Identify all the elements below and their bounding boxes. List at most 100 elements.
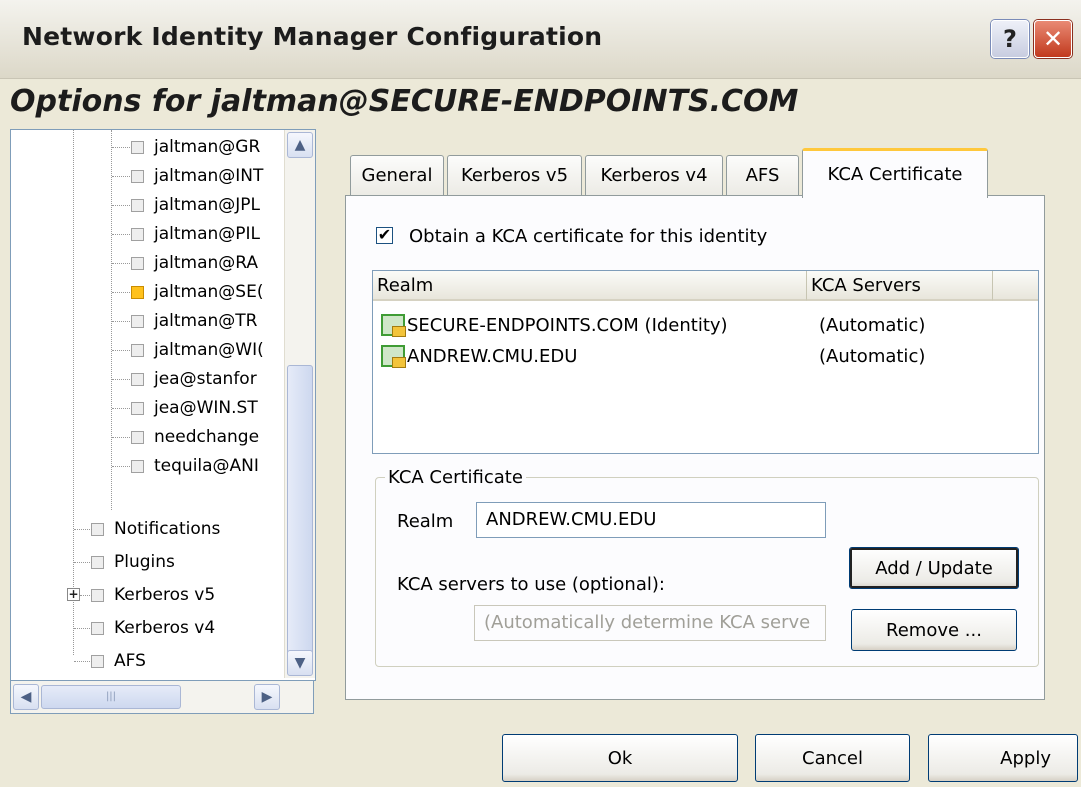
kca-servers-value: (Automatic) — [819, 314, 926, 336]
realm-input[interactable]: ANDREW.CMU.EDU — [476, 502, 826, 538]
column-header-filler — [993, 271, 1038, 301]
identity-icon — [131, 169, 144, 183]
node-icon — [91, 588, 104, 602]
node-icon — [91, 654, 104, 668]
tree-item-identity[interactable]: needchange — [131, 423, 259, 451]
node-icon — [91, 555, 104, 569]
cancel-button[interactable]: Cancel — [755, 734, 910, 782]
tree-item-identity[interactable]: tequila@ANI — [131, 452, 259, 480]
scroll-left-icon[interactable]: ◀ — [13, 684, 39, 710]
page-title: Options for jaltman@SECURE-ENDPOINTS.COM — [10, 84, 799, 119]
tree-item-label: needchange — [154, 427, 260, 447]
close-button[interactable]: ✕ — [1034, 20, 1072, 58]
tree-item-identity[interactable]: jaltman@RA — [131, 249, 258, 277]
tree-item-identity[interactable]: jaltman@TR — [131, 307, 257, 335]
identity-icon — [131, 372, 144, 386]
identity-selected-icon — [131, 285, 144, 299]
tree-item-label: AFS — [114, 651, 146, 671]
identity-icon — [131, 140, 144, 154]
tree-item-label: jea@WIN.ST — [154, 398, 258, 418]
identity-icon — [131, 227, 144, 241]
tree-item-label: jaltman@GR — [154, 137, 261, 157]
kca-servers-input[interactable]: (Automatically determine KCA serve — [474, 605, 826, 641]
column-header-realm[interactable]: Realm — [373, 271, 807, 301]
tree-item-identity[interactable]: jaltman@INT — [131, 162, 263, 190]
tab-kerberos-v5[interactable]: Kerberos v5 — [447, 155, 582, 195]
tree-connector — [112, 466, 130, 467]
list-item[interactable]: ANDREW.CMU.EDU — [381, 342, 577, 370]
tree-item-identity[interactable]: jaltman@GR — [131, 133, 260, 161]
tree-connector — [112, 234, 130, 235]
tree-vertical-scrollbar[interactable]: ▲ ▼ — [284, 130, 315, 678]
scroll-right-icon[interactable]: ▶ — [254, 684, 280, 710]
tree-item-label: jaltman@INT — [154, 166, 264, 186]
tree-item-label: jaltman@SE( — [154, 282, 264, 302]
tree-item-label: jaltman@WI( — [154, 340, 264, 360]
scroll-thumb[interactable] — [287, 365, 313, 655]
tab-general[interactable]: General — [350, 155, 444, 195]
tree-item-identity[interactable]: jea@stanfor — [131, 365, 257, 393]
tree-item-identity[interactable]: jaltman@SE( — [131, 278, 263, 306]
tree-connector — [112, 147, 130, 148]
tree-item-kerberos-v4[interactable]: Kerberos v4 — [91, 614, 215, 642]
tree-item-afs[interactable]: AFS — [91, 647, 146, 675]
add-update-button[interactable]: Add / Update — [849, 547, 1019, 589]
ok-button[interactable]: Ok — [502, 734, 738, 782]
tree-horizontal-scrollbar[interactable]: ◀ ||| ▶ — [10, 680, 314, 714]
tab-kerberos-v4[interactable]: Kerberos v4 — [585, 155, 723, 195]
node-icon — [91, 621, 104, 635]
group-title: KCA Certificate — [385, 467, 526, 488]
tree-item-label: jaltman@TR — [154, 311, 258, 331]
identity-icon — [131, 343, 144, 357]
tree-item-plugins[interactable]: Plugins — [91, 548, 175, 576]
tree-connector — [112, 379, 130, 380]
tree-connector — [112, 321, 130, 322]
tree-connector — [112, 292, 130, 293]
apply-button[interactable]: Apply — [928, 734, 1078, 782]
tab-kca-certificate[interactable]: KCA Certificate — [802, 148, 988, 198]
tree-connector — [80, 595, 92, 596]
kca-servers-label: KCA servers to use (optional): — [397, 574, 665, 595]
tree-connector — [112, 437, 130, 438]
obtain-kca-label[interactable]: Obtain a KCA certificate for this identi… — [409, 226, 767, 247]
tree-item-label: jaltman@RA — [154, 253, 259, 273]
help-button[interactable]: ? — [991, 20, 1029, 58]
tree-guide-line — [73, 130, 74, 655]
scroll-thumb[interactable]: ||| — [41, 685, 181, 709]
realm-icon — [381, 314, 406, 337]
tree-connector — [112, 176, 130, 177]
tree-item-label: Plugins — [114, 552, 175, 572]
scroll-down-icon[interactable]: ▼ — [287, 650, 313, 676]
tree-connector — [74, 628, 92, 629]
window-title: Network Identity Manager Configuration — [22, 22, 603, 51]
realm-icon — [381, 345, 406, 368]
tree-item-identity[interactable]: jaltman@WI( — [131, 336, 264, 364]
tree-connector — [112, 263, 130, 264]
tree-item-kerberos-v5[interactable]: Kerberos v5 — [91, 581, 215, 609]
tree-item-identity[interactable]: jea@WIN.ST — [131, 394, 258, 422]
tab-afs[interactable]: AFS — [726, 155, 799, 195]
options-tree[interactable]: jaltman@GR jaltman@INT jaltman@JPL jaltman@… — [10, 129, 316, 681]
realm-name: SECURE-ENDPOINTS.COM (Identity) — [407, 314, 728, 336]
identity-icon — [131, 430, 144, 444]
expand-icon[interactable]: + — [67, 588, 80, 601]
identity-icon — [131, 198, 144, 212]
tree-connector — [112, 205, 130, 206]
identity-icon — [131, 459, 144, 473]
tree-item-identity[interactable]: jaltman@PIL — [131, 220, 260, 248]
tree-connector — [112, 350, 130, 351]
realm-label: Realm — [397, 511, 454, 532]
tree-guide-line — [111, 130, 112, 510]
tree-item-label: jaltman@JPL — [154, 195, 261, 215]
node-icon — [91, 522, 104, 536]
remove-button[interactable]: Remove ... — [851, 609, 1017, 651]
realm-list[interactable]: Realm KCA Servers SECURE-ENDPOINTS.COM (… — [372, 270, 1039, 454]
obtain-kca-checkbox[interactable]: ✔ — [376, 227, 393, 244]
scroll-up-icon[interactable]: ▲ — [287, 132, 313, 158]
tree-item-notifications[interactable]: Notifications — [91, 515, 220, 543]
column-header-kca-servers[interactable]: KCA Servers — [807, 271, 993, 301]
list-item[interactable]: SECURE-ENDPOINTS.COM (Identity) — [381, 311, 728, 339]
tree-item-identity[interactable]: jaltman@JPL — [131, 191, 260, 219]
identity-icon — [131, 256, 144, 270]
tree-item-label: Kerberos v5 — [114, 585, 216, 605]
